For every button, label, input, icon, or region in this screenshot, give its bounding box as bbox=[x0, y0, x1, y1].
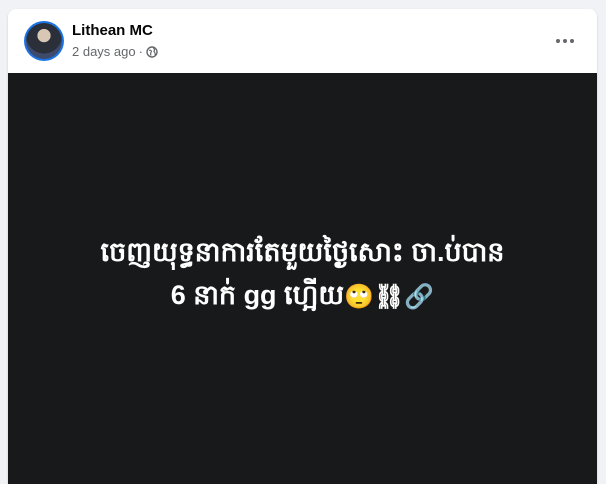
post-card: Lithean MC 2 days ago · ចេញយុទ្ធនាការតែម… bbox=[8, 9, 597, 484]
post-text: ចេញយុទ្ធនាការតែមួយថ្ងៃសោះ ចា.ប់បាន 6 នាក… bbox=[23, 231, 583, 318]
post-emojis: 🙄⛓🔗 bbox=[344, 283, 435, 311]
post-text-line-2-text: 6 នាក់ gg ហ្អើយ bbox=[170, 279, 345, 310]
post-text-line-1: ចេញយុទ្ធនាការតែមួយថ្ងៃសោះ ចា.ប់បាន bbox=[100, 236, 505, 267]
post-text-line-2: 6 នាក់ gg ហ្អើយ🙄⛓🔗 bbox=[23, 274, 583, 318]
post-timestamp[interactable]: 2 days ago bbox=[72, 44, 136, 59]
post-image[interactable]: ចេញយុទ្ធនាការតែមួយថ្ងៃសោះ ចា.ប់បាន 6 នាក… bbox=[8, 73, 597, 484]
globe-icon[interactable] bbox=[146, 45, 158, 58]
avatar-photo bbox=[26, 23, 62, 59]
post-header: Lithean MC 2 days ago · bbox=[8, 9, 597, 73]
meta-separator: · bbox=[138, 44, 143, 59]
more-options-icon[interactable] bbox=[553, 29, 577, 53]
author-avatar[interactable] bbox=[24, 21, 64, 61]
post-meta: 2 days ago · bbox=[72, 44, 158, 59]
author-name[interactable]: Lithean MC bbox=[72, 22, 153, 39]
